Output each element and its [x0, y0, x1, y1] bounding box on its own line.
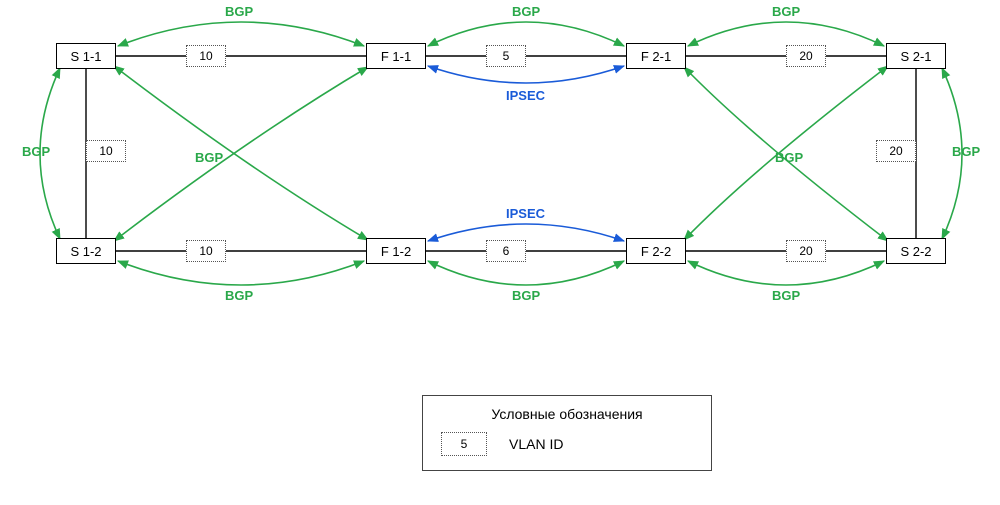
bgp-label: BGP [775, 150, 803, 165]
bgp-label: BGP [512, 288, 540, 303]
vlan-f22-s22: 20 [786, 240, 826, 262]
node-s-2-2: S 2-2 [886, 238, 946, 264]
bgp-label: BGP [195, 150, 223, 165]
node-f-2-1: F 2-1 [626, 43, 686, 69]
bgp-label: BGP [772, 288, 800, 303]
ipsec-label: IPSEC [506, 88, 545, 103]
vlan-s11-f11: 10 [186, 45, 226, 67]
bgp-label: BGP [772, 4, 800, 19]
node-s-2-1: S 2-1 [886, 43, 946, 69]
legend-title: Условные обозначения [441, 406, 693, 422]
vlan-f21-s21: 20 [786, 45, 826, 67]
bgp-label: BGP [952, 144, 980, 159]
node-s-1-2: S 1-2 [56, 238, 116, 264]
ipsec-label: IPSEC [506, 206, 545, 221]
vlan-f12-f22: 6 [486, 240, 526, 262]
node-s-1-1: S 1-1 [56, 43, 116, 69]
vlan-f11-f21: 5 [486, 45, 526, 67]
node-f-1-1: F 1-1 [366, 43, 426, 69]
vlan-s21-s22: 20 [876, 140, 916, 162]
legend-row-vlan: 5 VLAN ID [441, 432, 693, 456]
node-f-1-2: F 1-2 [366, 238, 426, 264]
bgp-label: BGP [225, 4, 253, 19]
node-f-2-2: F 2-2 [626, 238, 686, 264]
legend-vlan-box: 5 [441, 432, 487, 456]
vlan-s12-f12: 10 [186, 240, 226, 262]
legend-vlan-label: VLAN ID [509, 436, 563, 452]
legend: Условные обозначения 5 VLAN ID [422, 395, 712, 471]
network-diagram: S 1-1 F 1-1 F 2-1 S 2-1 S 1-2 F 1-2 F 2-… [0, 0, 1000, 505]
vlan-s11-s12: 10 [86, 140, 126, 162]
bgp-label: BGP [512, 4, 540, 19]
bgp-label: BGP [22, 144, 50, 159]
bgp-label: BGP [225, 288, 253, 303]
